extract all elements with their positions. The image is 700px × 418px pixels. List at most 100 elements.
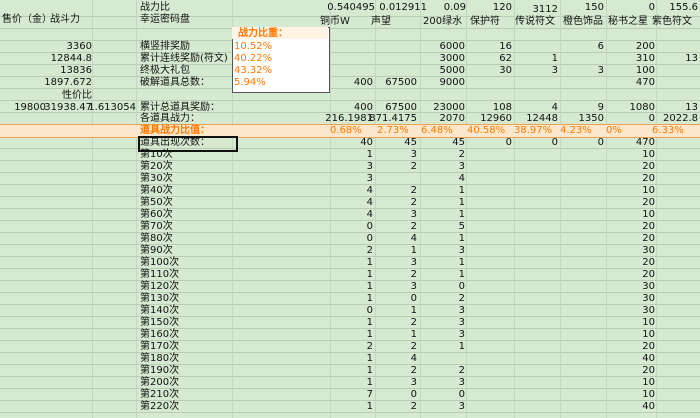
draw-value[interactable]: 3: [411, 209, 417, 221]
left-value[interactable]: 12844.8: [51, 53, 92, 65]
header-value[interactable]: 155.6: [669, 2, 698, 14]
value-cell[interactable]: 13: [685, 53, 698, 65]
value-cell[interactable]: 6000: [440, 41, 465, 53]
draw-value[interactable]: 1: [367, 281, 373, 293]
draw-value[interactable]: 1: [367, 293, 373, 305]
draw-value[interactable]: 3: [459, 329, 465, 341]
value-cell[interactable]: 310: [636, 53, 655, 65]
draw-value[interactable]: 10: [642, 149, 655, 161]
draw-value[interactable]: 2: [367, 341, 373, 353]
draw-value[interactable]: 0: [367, 233, 373, 245]
draw-value[interactable]: 2: [459, 149, 465, 161]
summary-value[interactable]: 19800: [14, 102, 46, 114]
value-cell[interactable]: 0: [598, 137, 604, 149]
draw-value[interactable]: 1: [367, 377, 373, 389]
header-value[interactable]: 0.540495: [327, 2, 375, 14]
draw-value[interactable]: 0: [459, 389, 465, 401]
draw-value[interactable]: 3: [459, 377, 465, 389]
draw-value[interactable]: 40: [642, 401, 655, 413]
left-value[interactable]: 13836: [60, 65, 92, 77]
draw-label[interactable]: 第130次: [140, 293, 179, 305]
value-cell[interactable]: 30: [499, 65, 512, 77]
row-label[interactable]: 累计连线奖励(符文): [140, 53, 228, 65]
draw-value[interactable]: 10: [642, 209, 655, 221]
draw-label[interactable]: 第110次: [140, 269, 179, 281]
draw-value[interactable]: 3: [411, 377, 417, 389]
left-value[interactable]: 3360: [67, 41, 92, 53]
draw-value[interactable]: 1: [367, 353, 373, 365]
draw-value[interactable]: 3: [411, 149, 417, 161]
spreadsheet-grid[interactable]: 战力比 0.540495 0.012911 0.09 120 3112 150 0 155.6 售…: [0, 0, 700, 418]
draw-value[interactable]: 2: [459, 365, 465, 377]
value-cell[interactable]: 5000: [440, 65, 465, 77]
draw-value[interactable]: 20: [642, 257, 655, 269]
draw-label[interactable]: 第170次: [140, 341, 179, 353]
value-cell[interactable]: 470: [636, 77, 655, 89]
draw-value[interactable]: 2: [411, 197, 417, 209]
value-cell[interactable]: 100: [636, 65, 655, 77]
column-header[interactable]: 200绿水: [423, 16, 462, 28]
draw-label[interactable]: 第50次: [140, 197, 173, 209]
draw-value[interactable]: 4: [411, 353, 417, 365]
value-ratio-label[interactable]: 性价比: [62, 90, 92, 102]
count-row-label[interactable]: 道具出现次数：: [140, 137, 210, 149]
draw-value[interactable]: 10: [642, 185, 655, 197]
draw-label[interactable]: 第160次: [140, 329, 179, 341]
draw-value[interactable]: 0: [459, 281, 465, 293]
header-value[interactable]: 0.012911: [379, 2, 427, 14]
draw-label[interactable]: 第210次: [140, 389, 179, 401]
draw-value[interactable]: 1: [367, 257, 373, 269]
draw-value[interactable]: 30: [642, 305, 655, 317]
header-value[interactable]: 0: [649, 2, 655, 14]
draw-value[interactable]: 30: [642, 293, 655, 305]
draw-value[interactable]: 1: [459, 233, 465, 245]
draw-value[interactable]: 3: [459, 305, 465, 317]
draw-value[interactable]: 4: [411, 233, 417, 245]
value-cell[interactable]: 3000: [440, 53, 465, 65]
value-cell[interactable]: 200: [636, 41, 655, 53]
draw-label[interactable]: 第220次: [140, 401, 179, 413]
draw-value[interactable]: 2: [411, 365, 417, 377]
draw-label[interactable]: 第60次: [140, 209, 173, 221]
weight-percent[interactable]: 40.22%: [234, 53, 272, 65]
draw-value[interactable]: 3: [411, 257, 417, 269]
draw-value[interactable]: 1: [459, 209, 465, 221]
draw-label[interactable]: 第150次: [140, 317, 179, 329]
draw-value[interactable]: 2: [411, 341, 417, 353]
draw-value[interactable]: 1: [459, 197, 465, 209]
draw-value[interactable]: 3: [411, 281, 417, 293]
ratio-percent[interactable]: 0.68%: [330, 125, 362, 137]
price-header[interactable]: 售价（金）: [2, 14, 52, 26]
draw-value[interactable]: 7: [367, 389, 373, 401]
draw-label[interactable]: 第180次: [140, 353, 179, 365]
draw-value[interactable]: 1: [459, 341, 465, 353]
value-cell[interactable]: 0: [552, 137, 558, 149]
column-header[interactable]: 传说符文: [515, 16, 555, 28]
draw-value[interactable]: 1: [367, 329, 373, 341]
draw-value[interactable]: 4: [367, 185, 373, 197]
draw-value[interactable]: 0: [367, 305, 373, 317]
draw-value[interactable]: 1: [411, 305, 417, 317]
value-cell[interactable]: 9000: [440, 77, 465, 89]
value-cell[interactable]: 470: [636, 137, 655, 149]
draw-label[interactable]: 第140次: [140, 305, 179, 317]
value-cell[interactable]: 67500: [385, 77, 417, 89]
draw-label[interactable]: 第200次: [140, 377, 179, 389]
ratio-percent[interactable]: 6.33%: [652, 125, 684, 137]
draw-label[interactable]: 第10次: [140, 149, 173, 161]
value-cell[interactable]: 2022.8: [663, 113, 698, 125]
weight-percent[interactable]: 10.52%: [234, 41, 272, 53]
draw-value[interactable]: 4: [367, 209, 373, 221]
draw-value[interactable]: 3: [459, 245, 465, 257]
value-cell[interactable]: 40: [360, 137, 373, 149]
draw-label[interactable]: 第100次: [140, 257, 179, 269]
weight-percent[interactable]: 43.32%: [234, 65, 272, 77]
value-cell[interactable]: 871.4175: [369, 113, 417, 125]
value-cell[interactable]: 6: [598, 41, 604, 53]
draw-value[interactable]: 1: [367, 269, 373, 281]
value-cell[interactable]: 16: [499, 41, 512, 53]
draw-value[interactable]: 20: [642, 221, 655, 233]
column-header[interactable]: 秘书之星: [608, 16, 648, 28]
draw-value[interactable]: 20: [642, 173, 655, 185]
power-header[interactable]: 战斗力: [50, 14, 80, 26]
